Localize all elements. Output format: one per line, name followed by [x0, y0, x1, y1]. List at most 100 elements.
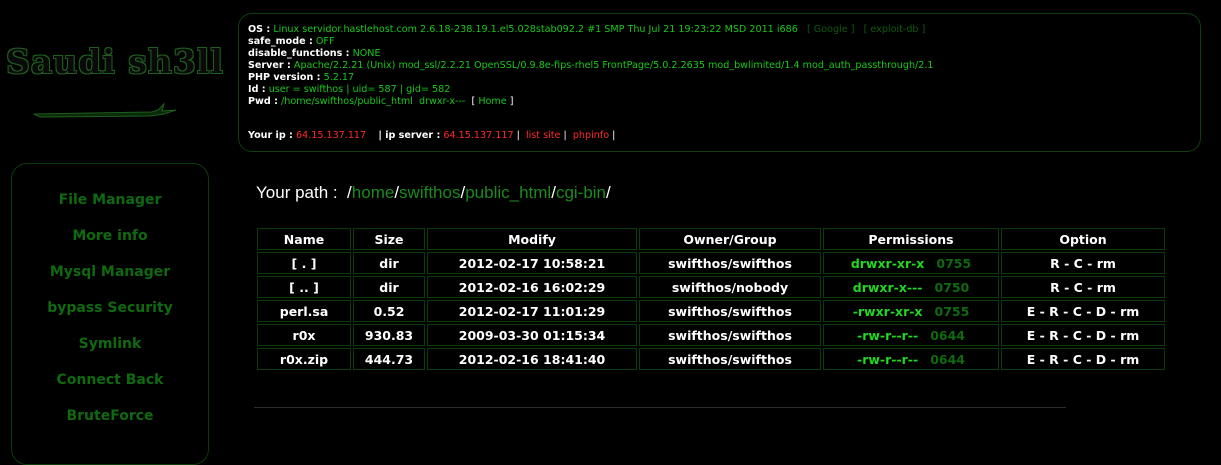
option-e-link[interactable]: E: [1027, 304, 1036, 319]
sidebar-item-file-manager[interactable]: File Manager: [12, 182, 208, 218]
option-c-link[interactable]: C: [1074, 280, 1083, 295]
safe-mode-label: safe_mode :: [248, 36, 313, 47]
header-name: Name: [257, 228, 351, 250]
pwd-value[interactable]: /home/swifthos/public_html: [281, 96, 413, 107]
sidebar-item-connect-back[interactable]: Connect Back: [12, 362, 208, 398]
path-label: Your path :: [256, 183, 338, 202]
file-options: R - C - rm: [1001, 276, 1165, 298]
permission-octal: 0644: [930, 327, 965, 343]
table-row: r0x.zip 444.73 2012-02-16 18:41:40 swifthos…: [257, 348, 1165, 370]
sidebar-menu: File Manager More info Mysql Manager bypass…: [11, 163, 209, 465]
ip-server-label: | ip server :: [378, 130, 441, 141]
sidebar-item-more-info[interactable]: More info: [12, 218, 208, 254]
sidebar-item-mysql-manager[interactable]: Mysql Manager: [12, 254, 208, 290]
option-e-link[interactable]: E: [1027, 328, 1036, 343]
ip-server-value: 64.15.137.117: [443, 130, 514, 141]
disable-functions-row: disable_functions : NONE: [248, 48, 1200, 60]
file-size: dir: [353, 252, 425, 274]
sidebar-list: File Manager More info Mysql Manager bypass…: [12, 182, 208, 434]
file-name[interactable]: [ .. ]: [257, 276, 351, 298]
os-row: OS : Linux servidor.hastlehost.com 2.6.1…: [248, 24, 926, 35]
option-rm-link[interactable]: rm: [1097, 280, 1116, 295]
option-c-link[interactable]: C: [1073, 352, 1082, 367]
your-ip-value: 64.15.137.117: [295, 130, 367, 141]
file-table: Name Size Modify Owner/Group Permissions…: [255, 226, 1167, 372]
php-version-label: PHP version :: [248, 72, 321, 83]
table-header-row: Name Size Modify Owner/Group Permissions…: [257, 228, 1165, 250]
file-permissions: drwxr-xr-x 0755: [823, 252, 999, 274]
current-path: Your path : /home/swifthos/public_html/c…: [256, 183, 611, 202]
file-permissions: -rw-r--r-- 0644: [823, 324, 999, 346]
path-segment-cgi-bin[interactable]: cgi-bin: [556, 183, 606, 202]
option-c-link[interactable]: C: [1073, 304, 1082, 319]
file-options: R - C - rm: [1001, 252, 1165, 274]
option-c-link[interactable]: C: [1073, 328, 1082, 343]
sidebar-item-bruteforce[interactable]: BruteForce: [12, 398, 208, 434]
option-d-link[interactable]: D: [1096, 352, 1106, 367]
pwd-row: Pwd : /home/swifthos/public_html drwxr-x…: [248, 96, 514, 107]
site-logo: Saudi sh3ll: [6, 42, 224, 81]
os-value: Linux servidor.hastlehost.com 2.6.18-238…: [273, 24, 798, 35]
exploit-db-link[interactable]: exploit-db: [870, 24, 918, 35]
header-modify: Modify: [427, 228, 637, 250]
sidebar-item-symlink[interactable]: Symlink: [12, 326, 208, 362]
option-rm-link[interactable]: rm: [1097, 256, 1116, 271]
file-name[interactable]: [ . ]: [257, 252, 351, 274]
option-rm-link[interactable]: rm: [1120, 304, 1139, 319]
option-r-link[interactable]: R: [1050, 280, 1060, 295]
permission-string[interactable]: -rwxr-xr-x: [853, 304, 923, 319]
file-name[interactable]: r0x: [257, 324, 351, 346]
file-permissions: drwxr-x--- 0750: [823, 276, 999, 298]
file-options: E - R - C - D - rm: [1001, 324, 1165, 346]
ip-row: Your ip : 64.15.137.117 | ip server : 64…: [248, 130, 616, 141]
path-segment-user[interactable]: swifthos: [399, 183, 460, 202]
disable-functions-value: NONE: [352, 48, 381, 59]
option-r-link[interactable]: R: [1050, 256, 1060, 271]
file-modify: 2012-02-16 16:02:29: [427, 276, 637, 298]
option-d-link[interactable]: D: [1096, 328, 1106, 343]
sidebar-item-bypass-security[interactable]: bypass Security: [12, 290, 208, 326]
permission-string[interactable]: drwxr-x---: [853, 280, 923, 295]
file-name[interactable]: perl.sa: [257, 300, 351, 322]
file-modify: 2012-02-17 10:58:21: [427, 252, 637, 274]
permission-string[interactable]: -rw-r--r--: [857, 328, 918, 343]
file-name[interactable]: r0x.zip: [257, 348, 351, 370]
bottom-divider: [254, 407, 1066, 408]
header-owner-group: Owner/Group: [639, 228, 821, 250]
table-row: r0x 930.83 2009-03-30 01:15:34 swifthos/swi…: [257, 324, 1165, 346]
server-label: Server :: [248, 60, 291, 71]
google-link[interactable]: Google: [814, 24, 848, 35]
path-segment-public-html[interactable]: public_html: [465, 183, 551, 202]
file-size: 930.83: [353, 324, 425, 346]
option-rm-link[interactable]: rm: [1120, 328, 1139, 343]
permission-string[interactable]: -rw-r--r--: [857, 352, 918, 367]
option-rm-link[interactable]: rm: [1120, 352, 1139, 367]
permission-octal: 0644: [930, 351, 965, 367]
pwd-label: Pwd :: [248, 96, 278, 107]
your-ip-label: Your ip :: [248, 130, 293, 141]
safe-mode-value: OFF: [315, 36, 335, 47]
file-owner: swifthos/swifthos: [639, 324, 821, 346]
header-size: Size: [353, 228, 425, 250]
php-version-row: PHP version : 5.2.17: [248, 72, 1200, 84]
file-options: E - R - C - D - rm: [1001, 348, 1165, 370]
path-segment-home[interactable]: home: [352, 183, 395, 202]
permission-octal: 0755: [936, 255, 972, 271]
option-e-link[interactable]: E: [1027, 352, 1036, 367]
permission-string[interactable]: drwxr-xr-x: [851, 256, 925, 271]
server-value: Apache/2.2.21 (Unix) mod_ssl/2.2.21 Open…: [293, 60, 934, 71]
option-r-link[interactable]: R: [1049, 328, 1059, 343]
home-link[interactable]: Home: [478, 96, 506, 107]
list-site-link[interactable]: list site: [526, 130, 560, 141]
disable-functions-label: disable_functions :: [248, 48, 350, 59]
safe-mode-row: safe_mode : OFF: [248, 36, 1200, 48]
option-r-link[interactable]: R: [1049, 352, 1059, 367]
file-permissions: -rw-r--r-- 0644: [823, 348, 999, 370]
option-c-link[interactable]: C: [1074, 256, 1083, 271]
phpinfo-link[interactable]: phpinfo: [573, 130, 609, 141]
option-d-link[interactable]: D: [1096, 304, 1106, 319]
id-value: user = swifthos | uid= 587 | gid= 582: [268, 84, 451, 95]
file-owner: swifthos/swifthos: [639, 252, 821, 274]
option-r-link[interactable]: R: [1049, 304, 1059, 319]
id-label: Id :: [248, 84, 266, 95]
